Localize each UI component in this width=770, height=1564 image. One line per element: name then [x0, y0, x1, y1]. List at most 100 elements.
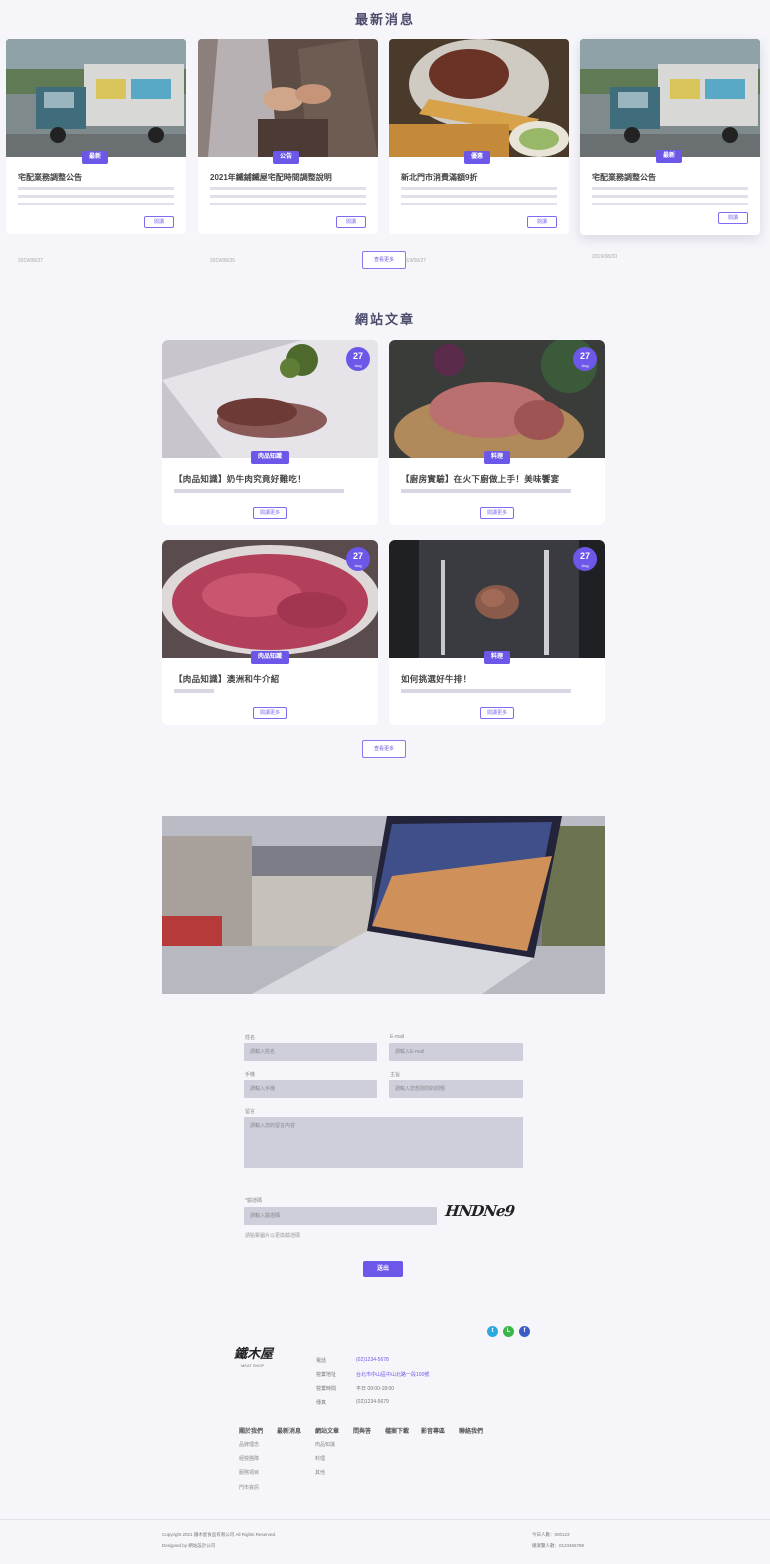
news-date: 2019/08/20	[592, 254, 618, 260]
article-excerpt	[401, 689, 571, 693]
phone-label: 手機	[245, 1072, 256, 1078]
news-read-button[interactable]: 閱讀	[527, 216, 557, 228]
submit-button[interactable]: 送出	[363, 1261, 403, 1277]
email-input[interactable]: 請輸入E-mail	[389, 1043, 523, 1061]
footer-nav-news[interactable]: 最新消息	[277, 1426, 301, 1435]
news-card[interactable]: 最新 宅配業務調整公告 2019/08/27 閱讀	[6, 39, 186, 264]
footer-info-label: 電話	[316, 1358, 327, 1364]
footer-logo-subtitle: MEAT SHOP	[241, 1363, 265, 1368]
article-category-badge: 肉品知識	[251, 651, 290, 664]
news-section-title: 最新消息	[354, 12, 415, 27]
news-read-button[interactable]: 閱讀	[718, 212, 748, 224]
articles-view-more-button[interactable]: 查看更多	[362, 740, 406, 758]
footer-sublink[interactable]: 其他	[315, 1469, 325, 1476]
news-excerpt	[210, 187, 366, 205]
subject-label: 主旨	[390, 1072, 401, 1078]
footer-sublink[interactable]: 料理	[315, 1455, 325, 1462]
article-category-badge: 料理	[484, 651, 511, 664]
article-card[interactable]: 27 Aug 料理 如何挑選好牛排！ 閱讀更多	[389, 540, 605, 725]
news-read-button[interactable]: 閱讀	[144, 216, 174, 228]
footer-info-label: 傳真	[316, 1400, 327, 1406]
footer-nav-faq[interactable]: 問與答	[353, 1426, 371, 1435]
message-label: 留言	[245, 1109, 256, 1115]
contact-banner-laptop-image	[162, 816, 605, 994]
footer-nav-contact[interactable]: 聯絡我們	[459, 1426, 483, 1435]
news-view-more-button[interactable]: 查看更多	[362, 251, 406, 269]
footer-fax-value: (02)1234-5679	[356, 1399, 389, 1405]
article-card[interactable]: 27 Aug 料理 【廚房實驗】在火下廚做上手！美味饗宴 閱讀更多	[389, 340, 605, 525]
footer-nav-articles[interactable]: 網站文章	[315, 1426, 339, 1435]
footer-divider	[0, 1519, 770, 1520]
subject-input[interactable]: 請輸入您想詢問的問題	[389, 1080, 523, 1098]
news-excerpt	[18, 187, 174, 205]
article-category-badge: 料理	[484, 451, 511, 464]
article-excerpt	[174, 689, 214, 693]
news-title[interactable]: 宅配業務調整公告	[592, 172, 656, 183]
article-title[interactable]: 如何挑選好牛排！	[401, 673, 471, 685]
news-category-badge: 最新	[82, 151, 109, 164]
news-date: 2019/08/27	[18, 258, 44, 264]
article-title[interactable]: 【肉品知識】澳洲和牛介紹	[174, 673, 280, 685]
news-category-badge: 最新	[656, 150, 683, 163]
news-card[interactable]: 公告 2021年鐵鋪鐵屋宅配時間調整說明 2019/08/25 閱讀	[198, 39, 378, 264]
email-label: E-mail	[390, 1034, 405, 1040]
news-title[interactable]: 2021年鐵鋪鐵屋宅配時間調整說明	[210, 172, 332, 183]
footer-hours-value: 平日 09:00-18:00	[356, 1386, 395, 1392]
news-excerpt	[401, 187, 557, 205]
footer-info-label: 營業時間	[316, 1386, 337, 1392]
phone-input[interactable]: 請輸入手機	[244, 1080, 377, 1098]
footer-sublink[interactable]: 服務項目	[239, 1469, 259, 1476]
article-excerpt	[174, 489, 344, 493]
footer-nav-videos[interactable]: 影音專區	[421, 1426, 445, 1435]
captcha-label: *驗證碼	[245, 1198, 262, 1204]
news-excerpt	[592, 187, 748, 205]
article-title[interactable]: 【肉品知識】奶牛肉究竟好難吃！	[174, 473, 306, 485]
articles-section-title: 網站文章	[354, 312, 415, 327]
footer-phone-link[interactable]: (02)1234-5678	[356, 1357, 389, 1363]
footer-logo[interactable]: 鐵木屋	[234, 1343, 273, 1362]
captcha-image[interactable]: HNDNe9	[444, 1202, 525, 1228]
visitors-today: 今日人數：000123	[532, 1532, 570, 1537]
article-read-more-button[interactable]: 閱讀更多	[480, 707, 514, 719]
twitter-icon[interactable]: t	[487, 1326, 498, 1337]
article-date-badge: 27 Aug	[573, 547, 597, 571]
news-read-button[interactable]: 閱讀	[336, 216, 366, 228]
article-title[interactable]: 【廚房實驗】在火下廚做上手！美味饗宴	[401, 473, 559, 485]
article-read-more-button[interactable]: 閱讀更多	[253, 507, 287, 519]
news-card[interactable]: 優惠 新北門市消費滿額9折 2019/08/27 閱讀	[389, 39, 569, 264]
footer-info-label: 營業地址	[316, 1372, 337, 1378]
article-category-badge: 肉品知識	[251, 451, 290, 464]
news-category-badge: 優惠	[464, 151, 491, 164]
article-card[interactable]: 27 Aug 肉品知識 【肉品知識】奶牛肉究竟好難吃！ 閱讀更多	[162, 340, 378, 525]
article-card[interactable]: 27 Aug 肉品知識 【肉品知識】澳洲和牛介紹 閱讀更多	[162, 540, 378, 725]
line-icon[interactable]: L	[503, 1326, 514, 1337]
footer-sublink[interactable]: 肉品知識	[315, 1441, 335, 1448]
footer-address-link[interactable]: 台北市中山區中山北路一段100號	[356, 1371, 429, 1378]
article-date-badge: 27 Aug	[573, 347, 597, 371]
visitors-total: 總瀏覽人數：0123456789	[532, 1543, 585, 1548]
news-title[interactable]: 宅配業務調整公告	[18, 172, 82, 183]
article-image-sliced-beef: 27 Aug	[162, 340, 378, 458]
article-read-more-button[interactable]: 閱讀更多	[480, 507, 514, 519]
article-image-steak-knife-fork: 27 Aug	[389, 540, 605, 658]
footer-nav-about[interactable]: 關於我們	[239, 1426, 263, 1435]
name-input[interactable]: 請輸入姓名	[244, 1043, 377, 1061]
footer-sublink[interactable]: 門市資訊	[239, 1484, 259, 1491]
article-date-badge: 27 Aug	[346, 347, 370, 371]
captcha-input[interactable]: 請輸入驗證碼	[244, 1207, 437, 1225]
designer-credit: Designed by 網站設計公司	[162, 1543, 216, 1548]
news-card[interactable]: 最新 宅配業務調整公告 2019/08/20 閱讀	[580, 39, 760, 260]
footer-nav-downloads[interactable]: 檔案下載	[385, 1426, 409, 1435]
article-excerpt	[401, 489, 571, 493]
message-textarea[interactable]: 請輸入您的留言內容	[244, 1117, 523, 1168]
news-category-badge: 公告	[273, 151, 300, 164]
article-read-more-button[interactable]: 閱讀更多	[253, 707, 287, 719]
news-image-truck	[580, 39, 760, 157]
news-image-hands	[198, 39, 378, 157]
facebook-icon[interactable]: f	[519, 1326, 530, 1337]
news-title[interactable]: 新北門市消費滿額9折	[401, 172, 477, 183]
footer-sublink[interactable]: 品牌理念	[239, 1441, 259, 1448]
footer-sublink[interactable]: 經營團隊	[239, 1455, 259, 1462]
captcha-hint: 請點擊圖片以更換驗證碼	[245, 1233, 301, 1239]
article-date-badge: 27 Aug	[346, 547, 370, 571]
